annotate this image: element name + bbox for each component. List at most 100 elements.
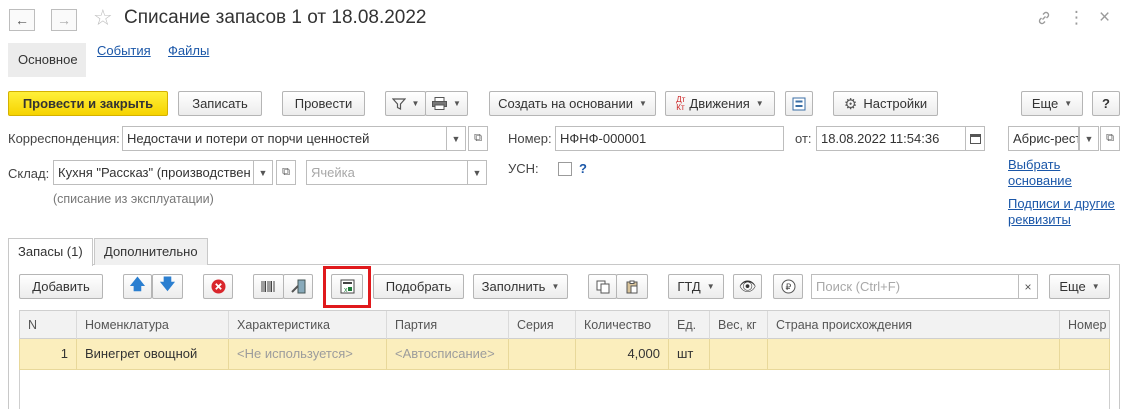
move-down-button[interactable]: 🡇 bbox=[152, 274, 183, 299]
scanner-button[interactable] bbox=[283, 274, 313, 299]
gear-icon: ⚙ bbox=[843, 95, 858, 113]
warehouse-field[interactable]: Кухня "Рассказ" (производствен bbox=[53, 160, 254, 185]
col-item[interactable]: Номенклатура bbox=[77, 311, 229, 339]
arrow-left-icon: ← bbox=[15, 12, 29, 28]
col-unit[interactable]: Ед. bbox=[669, 311, 710, 339]
post-button[interactable]: Провести bbox=[282, 91, 365, 116]
signatures-link[interactable]: Подписи и другие реквизиты bbox=[1008, 196, 1115, 228]
pick-button[interactable]: Подобрать bbox=[373, 274, 464, 299]
col-country[interactable]: Страна происхождения bbox=[768, 311, 1060, 339]
add-button[interactable]: Добавить bbox=[19, 274, 103, 299]
col-series[interactable]: Серия bbox=[509, 311, 576, 339]
writeoff-note: (списание из эксплуатации) bbox=[53, 192, 214, 206]
open-icon: ⧉ bbox=[282, 166, 290, 178]
usn-checkbox[interactable] bbox=[558, 162, 572, 176]
calendar-button[interactable] bbox=[965, 126, 985, 151]
open-icon: ⧉ bbox=[474, 132, 482, 144]
paste-button[interactable] bbox=[616, 274, 648, 299]
copy-button[interactable] bbox=[588, 274, 617, 299]
chevron-down-icon: ▼ bbox=[1084, 133, 1094, 144]
delete-button[interactable] bbox=[203, 274, 233, 299]
cell-country[interactable] bbox=[768, 339, 1060, 369]
table-row[interactable]: 1 Винегрет овощной <Не используется> <Ав… bbox=[19, 339, 1110, 370]
print-dropdown-button[interactable]: ▼ bbox=[425, 91, 468, 116]
movements-button[interactable]: Дт Кт Движения ▼ bbox=[665, 91, 775, 116]
barcode-button[interactable] bbox=[253, 274, 284, 299]
cell-series[interactable] bbox=[509, 339, 576, 369]
move-up-button[interactable]: 🡅 bbox=[123, 274, 152, 299]
cell-n[interactable]: 1 bbox=[20, 339, 77, 369]
cell-field[interactable]: Ячейка bbox=[306, 160, 468, 185]
scanner-icon bbox=[290, 279, 305, 294]
page-title: Списание запасов 1 от 18.08.2022 bbox=[124, 7, 427, 28]
eye-icon: 👁 bbox=[738, 278, 757, 294]
forward-button[interactable]: → bbox=[51, 9, 77, 31]
save-button[interactable]: Записать bbox=[178, 91, 262, 116]
tab-inventory[interactable]: Запасы (1) bbox=[8, 238, 93, 266]
more-menu-icon[interactable]: ⋮ bbox=[1068, 8, 1085, 28]
organization-field[interactable]: Абрис-рест bbox=[1008, 126, 1079, 151]
search-input[interactable]: Поиск (Ctrl+F) bbox=[811, 274, 1019, 299]
date-field[interactable]: 18.08.2022 11:54:36 bbox=[816, 126, 966, 151]
structure-icon bbox=[792, 97, 806, 110]
col-number[interactable]: Номер bbox=[1060, 311, 1111, 339]
table-header: N Номенклатура Характеристика Партия Сер… bbox=[19, 310, 1110, 339]
copy-icon bbox=[596, 280, 609, 293]
help-button[interactable]: ? bbox=[1092, 91, 1120, 116]
structure-button[interactable] bbox=[785, 91, 813, 116]
tab-files[interactable]: Файлы bbox=[168, 43, 209, 77]
filter-dropdown-button[interactable]: ▼ bbox=[385, 91, 426, 116]
warehouse-label: Склад: bbox=[8, 166, 50, 181]
create-based-on-button[interactable]: Создать на основании ▼ bbox=[489, 91, 656, 116]
col-qty[interactable]: Количество bbox=[576, 311, 669, 339]
tab-events[interactable]: События bbox=[97, 43, 151, 77]
close-icon: × bbox=[1024, 279, 1032, 294]
chevron-down-icon: ▼ bbox=[258, 167, 268, 178]
link-icon[interactable] bbox=[1036, 10, 1052, 30]
fill-button[interactable]: Заполнить ▼ bbox=[473, 274, 568, 299]
correspondence-open[interactable]: ⧉ bbox=[468, 126, 488, 151]
table-more-button[interactable]: Еще ▼ bbox=[1049, 274, 1110, 299]
highlight-frame bbox=[323, 266, 371, 308]
number-field[interactable]: НФНФ-000001 bbox=[555, 126, 784, 151]
usn-help-icon[interactable]: ? bbox=[579, 161, 587, 176]
settings-button[interactable]: ⚙ Настройки bbox=[833, 91, 938, 116]
tab-additional[interactable]: Дополнительно bbox=[94, 238, 208, 265]
col-characteristic[interactable]: Характеристика bbox=[229, 311, 387, 339]
col-batch[interactable]: Партия bbox=[387, 311, 509, 339]
more-button[interactable]: Еще ▼ bbox=[1021, 91, 1083, 116]
col-n[interactable]: N bbox=[20, 311, 77, 339]
dt-kt-icon: Дт Кт bbox=[676, 94, 686, 112]
cell-qty[interactable]: 4,000 bbox=[576, 339, 669, 369]
cell-item[interactable]: Винегрет овощной bbox=[77, 339, 229, 369]
select-basis-link[interactable]: Выбрать основание bbox=[1008, 157, 1072, 189]
col-weight[interactable]: Вес, кг bbox=[710, 311, 768, 339]
warehouse-open[interactable]: ⧉ bbox=[276, 160, 296, 185]
favorite-star-icon[interactable]: ☆ bbox=[93, 7, 113, 29]
number-label: Номер: bbox=[508, 131, 552, 146]
usn-label: УСН: bbox=[508, 161, 539, 176]
view-button[interactable]: 👁 bbox=[733, 274, 762, 299]
tab-main[interactable]: Основное bbox=[8, 43, 86, 77]
clear-search-button[interactable]: × bbox=[1018, 274, 1038, 299]
cell-dropdown[interactable]: ▼ bbox=[467, 160, 487, 185]
open-icon: ⧉ bbox=[1106, 132, 1114, 144]
correspondence-label: Корреспонденция: bbox=[8, 131, 120, 146]
cell-unit[interactable]: шт bbox=[669, 339, 710, 369]
cell-number[interactable] bbox=[1060, 339, 1111, 369]
close-icon[interactable]: × bbox=[1099, 7, 1110, 29]
currency-button[interactable]: ₽ bbox=[773, 274, 803, 299]
correspondence-field[interactable]: Недостачи и потери от порчи ценностей bbox=[122, 126, 447, 151]
back-button[interactable]: ← bbox=[9, 9, 35, 31]
gtd-button[interactable]: ГТД ▼ bbox=[668, 274, 724, 299]
correspondence-dropdown[interactable]: ▼ bbox=[446, 126, 466, 151]
barcode-icon bbox=[261, 281, 275, 292]
cell-characteristic[interactable]: <Не используется> bbox=[229, 339, 387, 369]
organization-open[interactable]: ⧉ bbox=[1100, 126, 1120, 151]
organization-dropdown[interactable]: ▼ bbox=[1079, 126, 1099, 151]
post-and-close-button[interactable]: Провести и закрыть bbox=[8, 91, 168, 116]
cell-weight[interactable] bbox=[710, 339, 768, 369]
chevron-down-icon: ▼ bbox=[472, 167, 482, 178]
warehouse-dropdown[interactable]: ▼ bbox=[253, 160, 273, 185]
cell-batch[interactable]: <Автосписание> bbox=[387, 339, 509, 369]
